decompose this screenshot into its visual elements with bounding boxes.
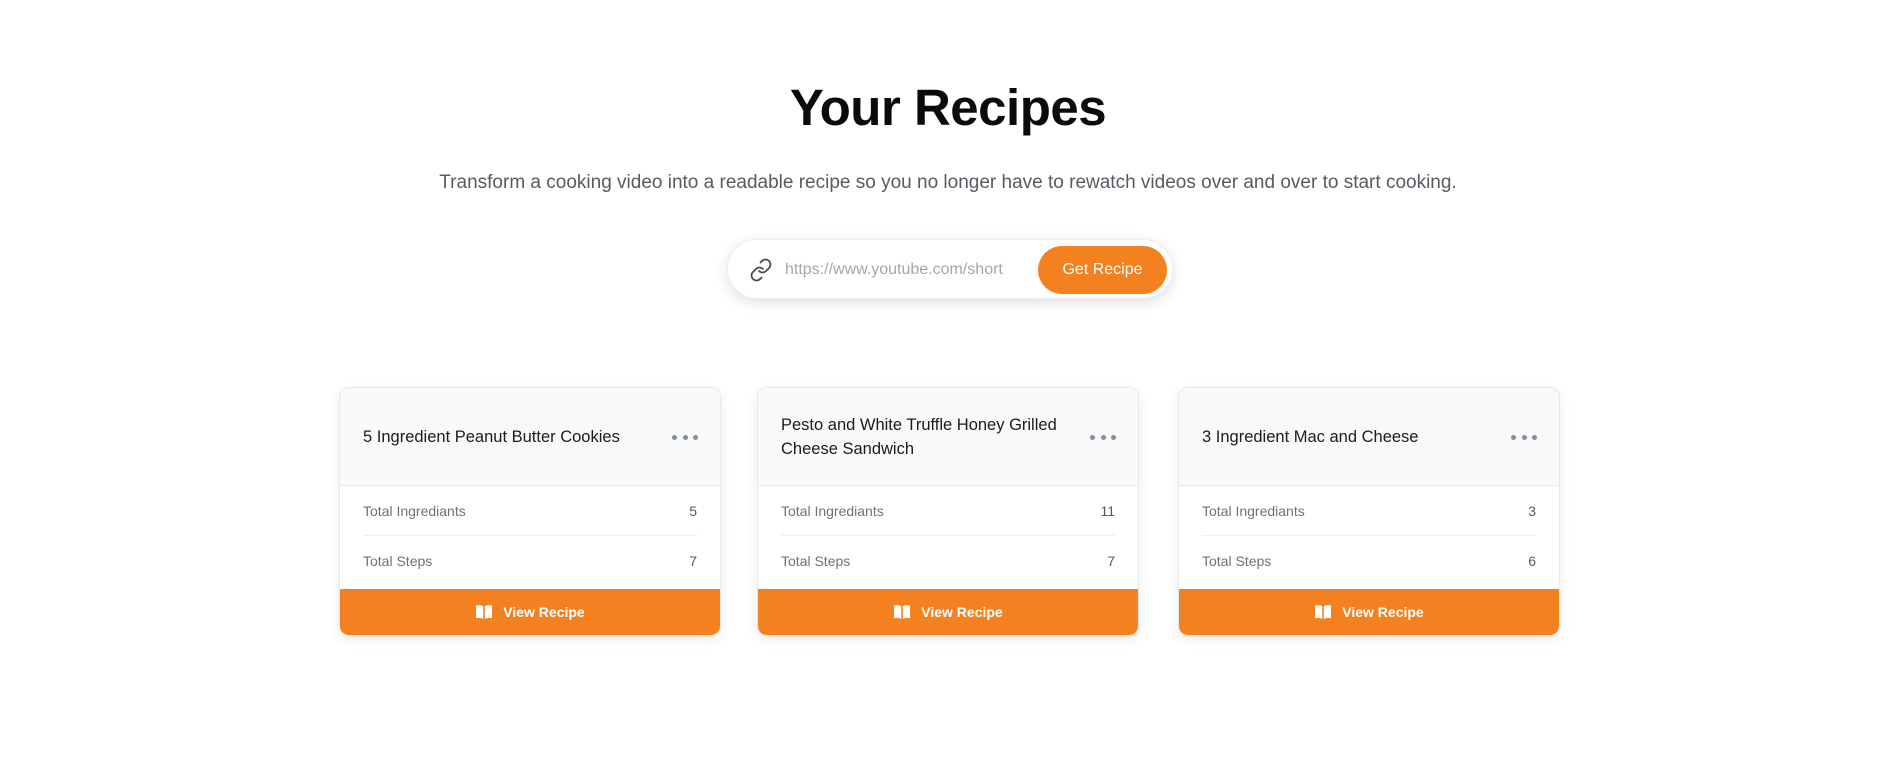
more-options-icon[interactable] [672,425,698,449]
more-options-icon[interactable] [1090,425,1116,449]
get-recipe-button[interactable]: Get Recipe [1038,246,1167,294]
ingredients-row: Total Ingrediants 11 [781,487,1115,536]
steps-row: Total Steps 6 [1202,536,1536,585]
page: Your Recipes Transform a cooking video i… [0,0,1896,777]
ingredients-count: 11 [1100,503,1115,519]
steps-count: 7 [689,552,697,569]
recipe-card: Pesto and White Truffle Honey Grilled Ch… [757,387,1139,636]
recipe-url-search-bar: Get Recipe [727,239,1173,299]
recipe-title: 5 Ingredient Peanut Butter Cookies [363,428,620,446]
ingredients-label: Total Ingrediants [363,503,466,519]
view-recipe-label: View Recipe [503,604,585,620]
book-open-icon [1314,604,1332,620]
view-recipe-button[interactable]: View Recipe [758,589,1138,635]
recipe-card: 5 Ingredient Peanut Butter Cookies Total… [339,387,721,636]
steps-row: Total Steps 7 [363,536,697,585]
ingredients-row: Total Ingrediants 3 [1202,487,1536,536]
steps-label: Total Steps [363,552,433,569]
steps-count: 7 [1107,552,1115,569]
recipe-card-header: 3 Ingredient Mac and Cheese [1179,388,1559,486]
link-icon [749,258,773,282]
page-title: Your Recipes [789,79,1107,136]
page-subtitle: Transform a cooking video into a readabl… [439,172,1457,193]
recipe-title: Pesto and White Truffle Honey Grilled Ch… [781,416,1057,458]
ingredients-label: Total Ingrediants [781,503,884,519]
recipe-card-header: Pesto and White Truffle Honey Grilled Ch… [758,388,1138,486]
view-recipe-label: View Recipe [1342,604,1424,620]
book-open-icon [893,604,911,620]
ingredients-count: 5 [689,503,697,519]
view-recipe-button[interactable]: View Recipe [340,589,720,635]
more-options-icon[interactable] [1511,425,1537,449]
book-open-icon [475,604,493,620]
steps-label: Total Steps [781,552,851,569]
ingredients-row: Total Ingrediants 5 [363,487,697,536]
ingredients-count: 3 [1528,503,1536,519]
view-recipe-button[interactable]: View Recipe [1179,589,1559,635]
ingredients-label: Total Ingrediants [1202,503,1305,519]
view-recipe-label: View Recipe [921,604,1003,620]
steps-row: Total Steps 7 [781,536,1115,585]
steps-label: Total Steps [1202,552,1272,569]
recipe-card-header: 5 Ingredient Peanut Butter Cookies [340,388,720,486]
recipe-title: 3 Ingredient Mac and Cheese [1202,428,1419,446]
recipe-card: 3 Ingredient Mac and Cheese Total Ingred… [1178,387,1560,636]
steps-count: 6 [1528,552,1536,569]
video-url-input[interactable] [785,254,1035,286]
